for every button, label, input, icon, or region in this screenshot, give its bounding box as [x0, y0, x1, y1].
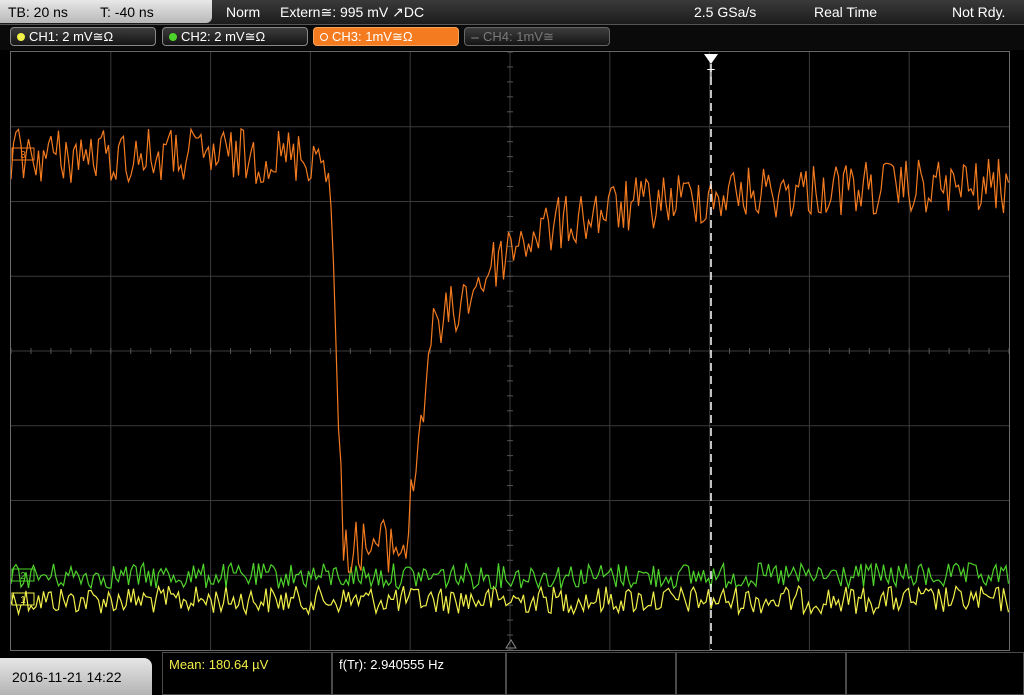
acquisition-mode[interactable]: Real Time [814, 4, 877, 20]
ch2-reference-marker-label: 2 [20, 571, 26, 582]
ch1-color-icon [17, 33, 25, 41]
measurement-slot-3[interactable] [506, 652, 676, 695]
frequency-value: f(Tr): 2.940555 Hz [339, 657, 445, 672]
trigger-time-label[interactable]: T: -40 ns [100, 4, 154, 20]
measurement-slot-4[interactable] [676, 652, 846, 695]
timebase-box[interactable]: TB: 20 ns T: -40 ns [0, 0, 212, 23]
trigger-arrow-icon [704, 54, 718, 64]
ch3-label: CH3: 1mV≅Ω [332, 29, 413, 44]
ch2-color-icon [169, 33, 177, 41]
datetime-box[interactable]: 2016-11-21 14:22 [0, 658, 152, 695]
tab-ch4[interactable]: CH4: 1mV≅ [464, 27, 610, 46]
ch1-reference-marker-label: 1 [20, 595, 26, 606]
ch4-label: CH4: 1mV≅ [483, 29, 554, 44]
tab-ch2[interactable]: CH2: 2 mV≅Ω [162, 27, 308, 46]
ch1-label: CH1: 2 mV≅Ω [29, 29, 114, 44]
channel-bar: CH1: 2 mV≅Ω CH2: 2 mV≅Ω CH3: 1mV≅Ω CH4: … [0, 25, 1024, 50]
measurement-slot-5[interactable] [846, 652, 1024, 695]
timebase-label[interactable]: TB: 20 ns [8, 4, 68, 20]
datetime-label: 2016-11-21 14:22 [12, 669, 122, 685]
mean-measurement[interactable]: Mean: 180.64 µV [162, 652, 332, 695]
waveform-display[interactable]: T 3 2 1 [10, 51, 1010, 651]
tab-ch3[interactable]: CH3: 1mV≅Ω [313, 27, 459, 46]
measurement-bar: 2016-11-21 14:22 Mean: 180.64 µV f(Tr): … [0, 652, 1024, 695]
mean-value: Mean: 180.64 µV [169, 657, 269, 672]
ch3-color-icon [320, 33, 328, 41]
status-bar: TB: 20 ns T: -40 ns Norm Extern≅: 995 mV… [0, 0, 1024, 25]
ready-status: Not Rdy. [952, 4, 1006, 20]
frequency-measurement[interactable]: f(Tr): 2.940555 Hz [332, 652, 506, 695]
ch2-label: CH2: 2 mV≅Ω [181, 29, 266, 44]
trigger-source[interactable]: Extern≅: 995 mV ↗DC [280, 4, 424, 21]
sample-rate[interactable]: 2.5 GSa/s [694, 4, 756, 20]
trigger-ref-icon [505, 639, 517, 649]
ch3-reference-marker-label: 3 [20, 150, 26, 161]
trigger-marker-label: T [707, 66, 715, 81]
ch4-off-icon [471, 36, 479, 39]
waveform-canvas[interactable]: T 3 2 1 [11, 52, 1009, 650]
trigger-mode[interactable]: Norm [226, 4, 260, 20]
tab-ch1[interactable]: CH1: 2 mV≅Ω [10, 27, 156, 46]
